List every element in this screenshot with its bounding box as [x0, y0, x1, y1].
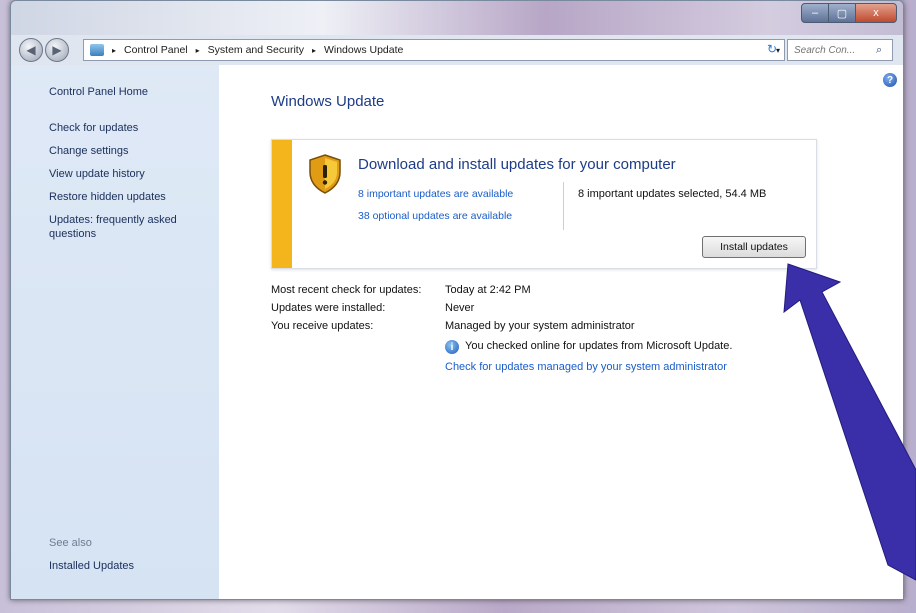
help-icon[interactable]: ?: [883, 73, 897, 87]
breadcrumb-separator[interactable]: ▸: [112, 46, 116, 55]
sidebar-item-check-for-updates[interactable]: Check for updates: [49, 121, 209, 135]
sidebar: Control Panel Home Check for updates Cha…: [11, 65, 219, 599]
optional-updates-link[interactable]: 38 optional updates are available: [358, 210, 512, 222]
forward-arrow-icon: ▶: [52, 43, 62, 57]
refresh-icon: ↻: [766, 42, 778, 56]
info-value-receive: Managed by your system administrator: [445, 320, 635, 332]
info-value-installed: Never: [445, 302, 475, 314]
sidebar-item-updates-faq[interactable]: Updates: frequently asked questions: [49, 213, 199, 241]
breadcrumb-separator[interactable]: ▸: [312, 46, 316, 55]
sidebar-item-change-settings[interactable]: Change settings: [49, 144, 209, 158]
search-box[interactable]: ⌕: [787, 39, 893, 61]
search-input[interactable]: [792, 43, 876, 57]
info-value-recent-check: Today at 2:42 PM: [445, 284, 531, 296]
info-label-installed: Updates were installed:: [271, 302, 386, 314]
see-also-label: See also: [49, 537, 92, 549]
navigation-bar: ◀ ▶ ▸ Control Panel ▸ System and Securit…: [11, 35, 903, 65]
page-title: Windows Update: [271, 93, 385, 110]
check-admin-updates-link[interactable]: Check for updates managed by your system…: [445, 361, 727, 373]
close-button[interactable]: x: [855, 3, 897, 23]
info-label-recent-check: Most recent check for updates:: [271, 284, 422, 296]
breadcrumb-separator[interactable]: ▸: [196, 46, 200, 55]
sidebar-item-installed-updates[interactable]: Installed Updates: [49, 559, 209, 573]
maximize-button[interactable]: ▢: [828, 3, 856, 23]
info-label-receive: You receive updates:: [271, 320, 374, 332]
control-panel-icon: [90, 44, 104, 56]
breadcrumb-system-and-security[interactable]: System and Security: [208, 44, 304, 56]
minimize-button[interactable]: –: [801, 3, 829, 23]
back-button[interactable]: ◀: [19, 38, 43, 62]
update-panel-heading: Download and install updates for your co…: [358, 156, 676, 173]
address-bar[interactable]: ▸ Control Panel ▸ System and Security ▸ …: [83, 39, 785, 61]
explorer-window: – ▢ x ◀ ▶ ▸ Control Panel ▸ System and S…: [10, 0, 904, 600]
back-arrow-icon: ◀: [26, 43, 36, 57]
install-updates-button[interactable]: Install updates: [702, 236, 806, 258]
forward-button[interactable]: ▶: [45, 38, 69, 62]
window-controls: – ▢ x: [801, 3, 897, 23]
title-bar[interactable]: – ▢ x: [11, 1, 903, 35]
content-area: Control Panel Home Check for updates Cha…: [11, 65, 903, 599]
warning-stripe: [272, 140, 292, 268]
sidebar-item-restore-hidden-updates[interactable]: Restore hidden updates: [49, 190, 209, 204]
sidebar-item-view-update-history[interactable]: View update history: [49, 167, 209, 181]
important-updates-link[interactable]: 8 important updates are available: [358, 188, 513, 200]
breadcrumb-control-panel[interactable]: Control Panel: [124, 44, 188, 56]
sidebar-item-control-panel-home[interactable]: Control Panel Home: [49, 85, 209, 99]
selected-updates-summary: 8 important updates selected, 54.4 MB: [578, 188, 767, 200]
search-icon[interactable]: ⌕: [876, 44, 882, 57]
update-panel: Download and install updates for your co…: [271, 139, 817, 269]
info-icon: i: [445, 340, 459, 354]
breadcrumb-windows-update[interactable]: Windows Update: [324, 44, 403, 56]
shield-warning-icon: [309, 154, 341, 194]
online-check-note: You checked online for updates from Micr…: [465, 340, 733, 352]
panel-divider: [563, 182, 564, 230]
refresh-button[interactable]: ↻: [763, 39, 781, 59]
